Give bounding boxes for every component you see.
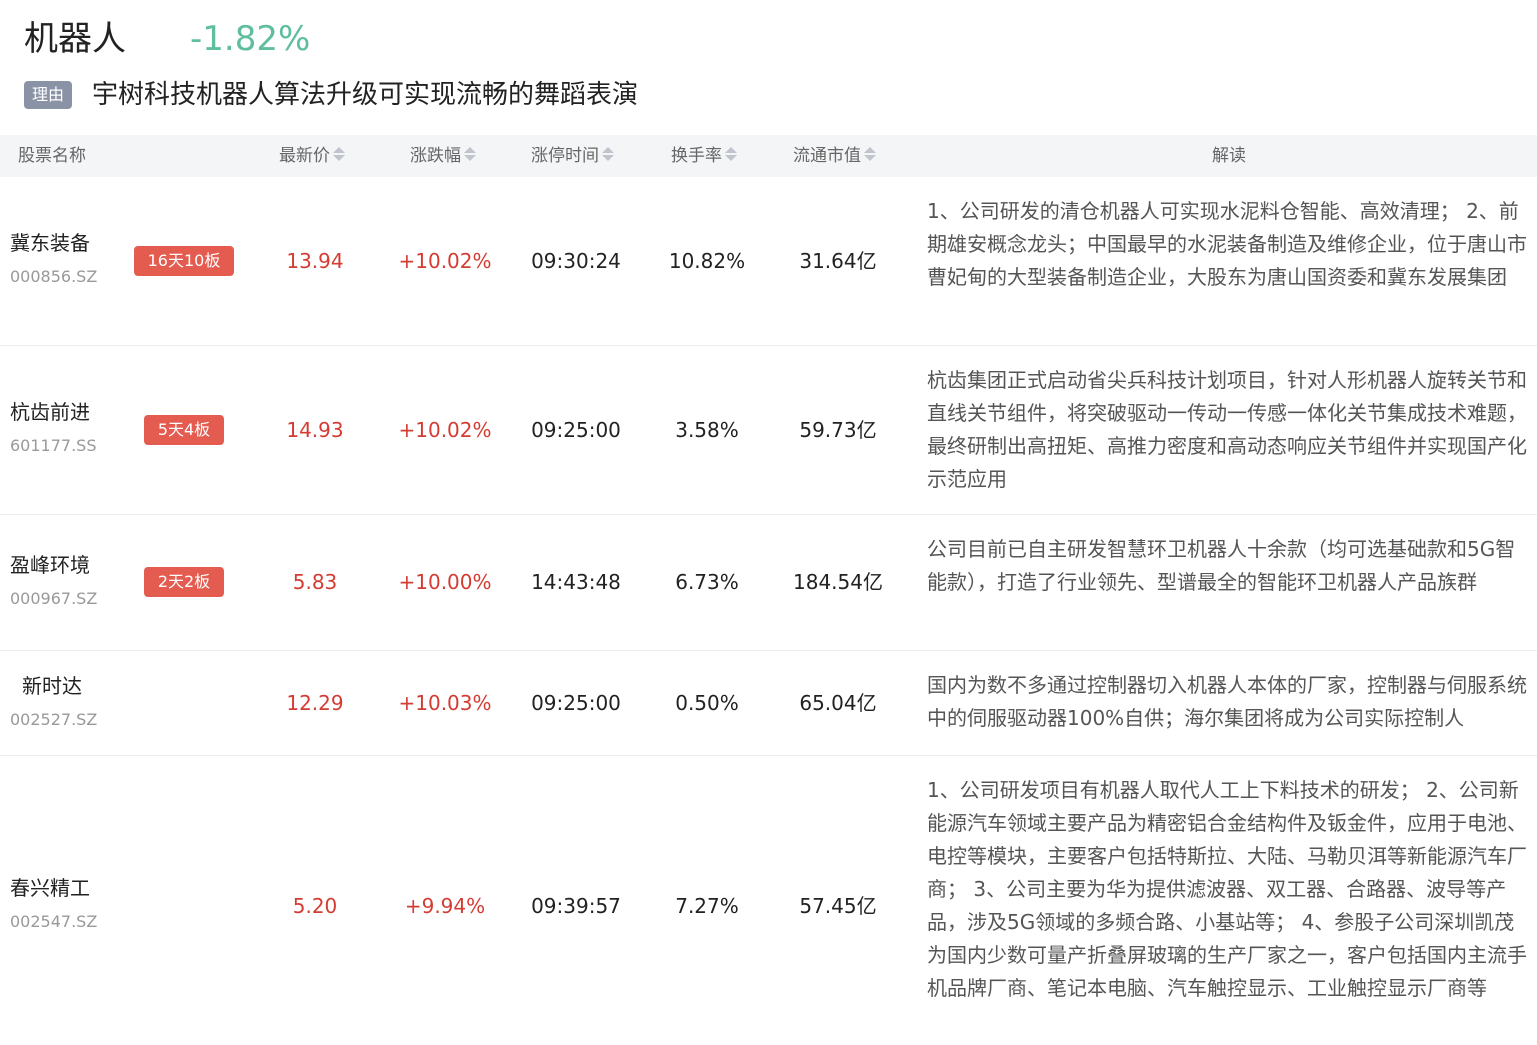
change-cell: +9.94% <box>404 894 486 918</box>
column-header-change[interactable]: 涨跌幅 <box>410 135 477 177</box>
price-cell: 5.83 <box>292 570 338 594</box>
stock-code: 002547.SZ <box>10 912 98 931</box>
market-cap-cell: 31.64亿 <box>799 249 877 273</box>
stock-name[interactable]: 冀东装备 <box>10 229 90 257</box>
table-row[interactable]: 春兴精工 002547.SZ 5.20 +9.94% 09:39:57 7.27… <box>0 756 1537 1045</box>
explain-text: 杭齿集团正式启动省尖兵科技计划项目，针对人形机器人旋转关节和直线关节组件，将突破… <box>927 368 1527 491</box>
price-cell: 5.20 <box>292 894 338 918</box>
change-cell: +10.02% <box>398 249 492 273</box>
reason-badge: 理由 <box>24 81 72 109</box>
price-cell: 12.29 <box>286 691 344 715</box>
column-header-market-cap-label: 流通市值 <box>793 146 861 166</box>
sector-name: 机器人 <box>24 19 126 59</box>
stock-code: 000967.SZ <box>10 589 98 608</box>
table-row[interactable]: 新时达 002527.SZ 12.29 +10.03% 09:25:00 0.5… <box>0 651 1537 756</box>
limit-time-cell: 09:39:57 <box>531 894 621 918</box>
turnover-cell: 7.27% <box>675 894 739 918</box>
limit-time-cell: 09:25:00 <box>531 691 621 715</box>
turnover-cell: 10.82% <box>668 249 746 273</box>
price-cell: 14.93 <box>286 418 344 442</box>
column-header-limit-time[interactable]: 涨停时间 <box>531 135 615 177</box>
sort-icon[interactable] <box>463 145 477 163</box>
turnover-cell: 3.58% <box>675 418 739 442</box>
column-header-market-cap[interactable]: 流通市值 <box>793 135 877 177</box>
price-cell: 13.94 <box>286 249 344 273</box>
turnover-cell: 6.73% <box>675 570 739 594</box>
column-header-limit-time-label: 涨停时间 <box>531 146 599 166</box>
table-row[interactable]: 冀东装备 000856.SZ 16天10板 13.94 +10.02% 09:3… <box>0 177 1537 346</box>
sector-change: -1.82% <box>190 19 311 59</box>
limit-time-cell: 09:25:00 <box>531 418 621 442</box>
stock-name[interactable]: 新时达 <box>22 672 82 700</box>
column-header-turnover-label: 换手率 <box>671 146 722 166</box>
reason-text: 宇树科技机器人算法升级可实现流畅的舞蹈表演 <box>92 80 639 110</box>
table-header: 股票名称 最新价 涨跌幅 涨停时间 换手率 流通市值 解读 <box>0 135 1537 177</box>
column-header-name: 股票名称 <box>18 135 86 177</box>
board-badge: 5天4板 <box>144 415 224 445</box>
change-cell: +10.02% <box>398 418 492 442</box>
column-header-price-label: 最新价 <box>279 146 330 166</box>
stock-code: 000856.SZ <box>10 267 98 286</box>
market-cap-cell: 184.54亿 <box>793 570 883 594</box>
change-cell: +10.00% <box>398 570 492 594</box>
table-row[interactable]: 杭齿前进 601177.SS 5天4板 14.93 +10.02% 09:25:… <box>0 346 1537 515</box>
column-header-turnover[interactable]: 换手率 <box>671 135 738 177</box>
column-header-price[interactable]: 最新价 <box>279 135 346 177</box>
market-cap-cell: 57.45亿 <box>799 894 877 918</box>
explain-text: 公司目前已自主研发智慧环卫机器人十余款（均可选基础款和5G智能款），打造了行业领… <box>927 537 1516 594</box>
turnover-cell: 0.50% <box>675 691 739 715</box>
sort-icon[interactable] <box>601 145 615 163</box>
explain-text: 1、公司研发项目有机器人取代人工上下料技术的研发； 2、公司新能源汽车领域主要产… <box>927 778 1527 1000</box>
limit-time-cell: 14:43:48 <box>531 570 621 594</box>
sort-icon[interactable] <box>332 145 346 163</box>
column-header-explain-label: 解读 <box>1212 146 1246 166</box>
column-header-name-label: 股票名称 <box>18 146 86 166</box>
sort-icon[interactable] <box>724 145 738 163</box>
market-cap-cell: 59.73亿 <box>799 418 877 442</box>
limit-time-cell: 09:30:24 <box>531 249 621 273</box>
sort-icon[interactable] <box>863 145 877 163</box>
stock-name[interactable]: 盈峰环境 <box>10 551 90 579</box>
stock-code: 002527.SZ <box>10 710 98 729</box>
stock-name[interactable]: 杭齿前进 <box>10 398 90 426</box>
explain-text: 1、公司研发的清仓机器人可实现水泥料仓智能、高效清理； 2、前期雄安概念龙头；中… <box>927 199 1527 289</box>
market-cap-cell: 65.04亿 <box>799 691 877 715</box>
sector-header: 机器人 -1.82% 理由 宇树科技机器人算法升级可实现流畅的舞蹈表演 <box>0 0 1537 133</box>
column-header-change-label: 涨跌幅 <box>410 146 461 166</box>
board-badge: 16天10板 <box>134 246 234 276</box>
column-header-explain: 解读 <box>1212 135 1246 177</box>
explain-text: 国内为数不多通过控制器切入机器人本体的厂家，控制器与伺服系统中的伺服驱动器100… <box>927 673 1527 730</box>
table-row[interactable]: 盈峰环境 000967.SZ 2天2板 5.83 +10.00% 14:43:4… <box>0 515 1537 651</box>
change-cell: +10.03% <box>398 691 492 715</box>
board-badge: 2天2板 <box>144 567 224 597</box>
stock-name[interactable]: 春兴精工 <box>10 874 90 902</box>
stock-code: 601177.SS <box>10 436 97 455</box>
